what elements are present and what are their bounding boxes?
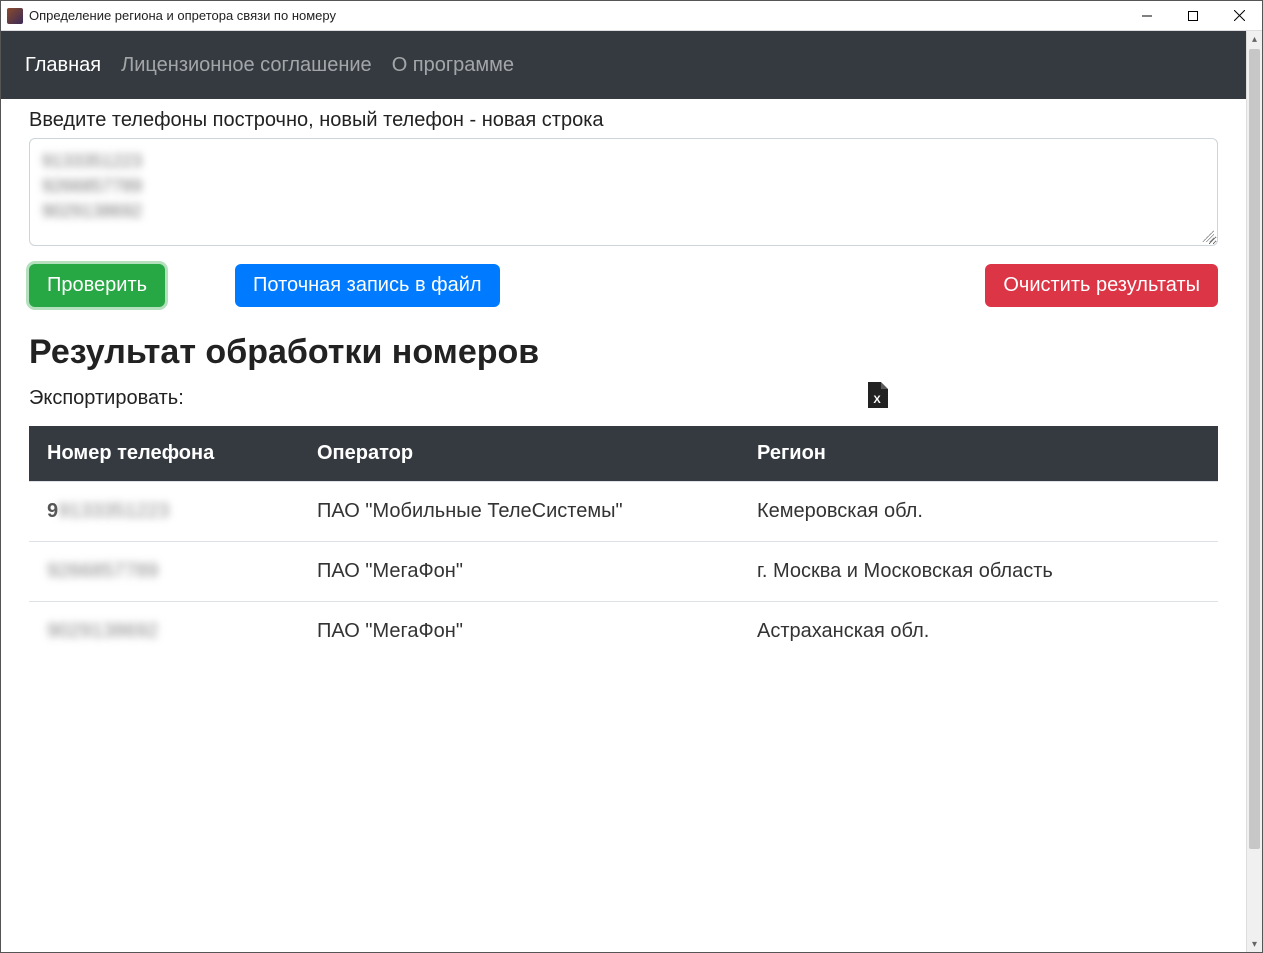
scroll-down-icon[interactable]: ▾: [1247, 936, 1262, 952]
check-button[interactable]: Проверить: [29, 264, 165, 307]
cell-phone: 99133351223: [29, 482, 299, 542]
input-label: Введите телефоны построчно, новый телефо…: [29, 109, 1218, 132]
results-thead: Номер телефона Оператор Регион: [29, 426, 1218, 482]
app-icon: [7, 8, 23, 24]
cell-operator: ПАО "Мобильные ТелеСистемы": [299, 482, 739, 542]
nav-about[interactable]: О программе: [392, 54, 514, 77]
export-excel-button[interactable]: X: [866, 382, 888, 414]
excel-file-icon: X: [866, 382, 888, 408]
col-region: Регион: [739, 426, 1218, 482]
svg-text:X: X: [873, 394, 881, 406]
col-operator: Оператор: [299, 426, 739, 482]
maximize-button[interactable]: [1170, 1, 1216, 30]
nav-license[interactable]: Лицензионное соглашение: [121, 54, 372, 77]
window-title: Определение региона и опретора связи по …: [29, 8, 1124, 23]
cell-region: г. Москва и Московская область: [739, 542, 1218, 602]
clear-results-button[interactable]: Очистить результаты: [985, 264, 1218, 307]
app-window: Определение региона и опретора связи по …: [0, 0, 1263, 953]
minimize-icon: [1142, 11, 1152, 21]
scroll-up-icon[interactable]: ▴: [1247, 31, 1262, 47]
maximize-icon: [1188, 11, 1198, 21]
window-buttons: [1124, 1, 1262, 30]
cell-operator: ПАО "МегаФон": [299, 542, 739, 602]
table-row: 99133351223 ПАО "Мобильные ТелеСистемы" …: [29, 482, 1218, 542]
close-button[interactable]: [1216, 1, 1262, 30]
page: Введите телефоны построчно, новый телефо…: [1, 99, 1246, 681]
input-line: 9029138692: [42, 199, 1205, 224]
cell-region: Кемеровская обл.: [739, 482, 1218, 542]
button-row: Проверить Поточная запись в файл Очистит…: [29, 264, 1218, 307]
col-phone: Номер телефона: [29, 426, 299, 482]
table-row: 9029138692 ПАО "МегаФон" Астраханская об…: [29, 602, 1218, 662]
content: Главная Лицензионное соглашение О програ…: [1, 31, 1246, 952]
nav-main[interactable]: Главная: [25, 54, 101, 77]
stream-write-button[interactable]: Поточная запись в файл: [235, 264, 500, 307]
phone-input[interactable]: 9133351223 9266857789 9029138692: [29, 138, 1218, 246]
results-title: Результат обработки номеров: [29, 333, 1218, 372]
cell-phone: 9266857789: [29, 542, 299, 602]
close-icon: [1234, 10, 1245, 21]
resize-grip-icon[interactable]: [1202, 230, 1214, 242]
cell-phone: 9029138692: [29, 602, 299, 662]
content-frame: Главная Лицензионное соглашение О програ…: [1, 31, 1262, 952]
input-line: 9266857789: [42, 174, 1205, 199]
titlebar: Определение региона и опретора связи по …: [1, 1, 1262, 31]
input-line: 9133351223: [42, 149, 1205, 174]
table-row: 9266857789 ПАО "МегаФон" г. Москва и Мос…: [29, 542, 1218, 602]
export-row: Экспортировать: X: [29, 382, 1218, 414]
scroll-thumb[interactable]: [1249, 49, 1260, 849]
cell-operator: ПАО "МегаФон": [299, 602, 739, 662]
cell-region: Астраханская обл.: [739, 602, 1218, 662]
vertical-scrollbar[interactable]: ▴ ▾: [1246, 31, 1262, 952]
export-label: Экспортировать:: [29, 387, 184, 410]
results-table: Номер телефона Оператор Регион 991333512…: [29, 426, 1218, 661]
navbar: Главная Лицензионное соглашение О програ…: [1, 31, 1246, 99]
minimize-button[interactable]: [1124, 1, 1170, 30]
